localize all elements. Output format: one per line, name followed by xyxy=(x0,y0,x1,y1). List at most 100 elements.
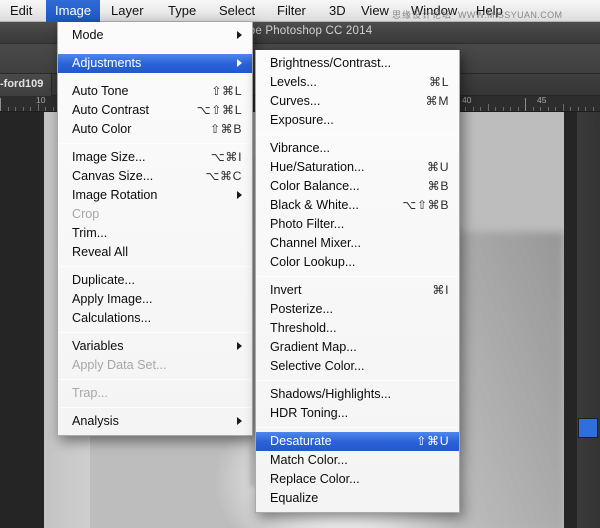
adjustments-menu-item-posterize[interactable]: Posterize... xyxy=(256,300,459,319)
adjustments-menu-item-desaturate[interactable]: Desaturate⇧⌘U xyxy=(256,432,459,451)
ruler-tick xyxy=(23,107,24,111)
adjustments-submenu-dropdown[interactable]: Brightness/Contrast...Levels...⌘LCurves.… xyxy=(255,50,460,513)
menu-separator xyxy=(59,143,251,144)
adjustments-menu-item-shadows-highlights[interactable]: Shadows/Highlights... xyxy=(256,385,459,404)
menu-item-label: Auto Contrast xyxy=(72,101,149,120)
menu-item-label: Threshold... xyxy=(270,319,337,338)
adjustments-menu-item-invert[interactable]: Invert⌘I xyxy=(256,281,459,300)
image-menu-item-auto-contrast[interactable]: Auto Contrast ⌥⇧⌘L xyxy=(58,101,252,120)
menu-item-label: Apply Data Set... xyxy=(72,356,167,375)
ruler-label: 10 xyxy=(36,96,45,105)
image-menu-item-trap: Trap... xyxy=(58,384,252,403)
adjustments-menu-item-channel-mixer[interactable]: Channel Mixer... xyxy=(256,234,459,253)
menu-separator xyxy=(257,427,458,428)
adjustments-menu-item-black-white[interactable]: Black & White...⌥⇧⌘B xyxy=(256,196,459,215)
image-menu-item-image-rotation[interactable]: Image Rotation xyxy=(58,186,252,205)
adjustments-menu-item-vibrance[interactable]: Vibrance... xyxy=(256,139,459,158)
image-menu-item-apply-image[interactable]: Apply Image... xyxy=(58,290,252,309)
menu-item-shortcut: ⌘L xyxy=(429,73,449,92)
ruler-tick xyxy=(570,107,571,111)
ruler-tick xyxy=(45,107,46,111)
adjustments-menu-item-photo-filter[interactable]: Photo Filter... xyxy=(256,215,459,234)
menu-item-label: Brightness/Contrast... xyxy=(270,54,391,73)
menu-item-shortcut: ⌘B xyxy=(428,177,449,196)
document-tab[interactable]: -ford109 xyxy=(0,74,52,96)
menu-item-label: Apply Image... xyxy=(72,290,153,309)
menu-item-label: Replace Color... xyxy=(270,470,360,489)
menu-separator xyxy=(257,134,458,135)
menu-item-label: Color Lookup... xyxy=(270,253,355,272)
image-menu-item-variables[interactable]: Variables xyxy=(58,337,252,356)
menu-item-shortcut: ⇧⌘B xyxy=(210,120,242,139)
menu-item-label: Trap... xyxy=(72,384,108,403)
submenu-arrow-icon xyxy=(237,342,242,350)
adjustments-menu-item-color-lookup[interactable]: Color Lookup... xyxy=(256,253,459,272)
adjustments-menu-item-brightness-contrast[interactable]: Brightness/Contrast... xyxy=(256,54,459,73)
menu-separator xyxy=(59,332,251,333)
image-menu-item-reveal-all[interactable]: Reveal All xyxy=(58,243,252,262)
ruler-tick xyxy=(555,107,556,111)
menu-item-label: Canvas Size... xyxy=(72,167,153,186)
adjustments-menu-item-threshold[interactable]: Threshold... xyxy=(256,319,459,338)
image-menu-item-calculations[interactable]: Calculations... xyxy=(58,309,252,328)
ruler-tick xyxy=(563,104,564,111)
adjustments-menu-item-curves[interactable]: Curves...⌘M xyxy=(256,92,459,111)
menu-item-label: Analysis xyxy=(72,412,119,431)
image-menu-item-canvas-size[interactable]: Canvas Size... ⌥⌘C xyxy=(58,167,252,186)
menu-item-shortcut: ⌥⌘I xyxy=(211,148,242,167)
ruler-tick xyxy=(480,107,481,111)
adjustments-menu-item-selective-color[interactable]: Selective Color... xyxy=(256,357,459,376)
ruler-tick xyxy=(53,107,54,111)
ruler-tick xyxy=(593,107,594,111)
ruler-tick xyxy=(503,107,504,111)
image-menu-item-adjustments[interactable]: Adjustments xyxy=(58,54,252,73)
adjustments-menu-item-color-balance[interactable]: Color Balance...⌘B xyxy=(256,177,459,196)
menu-separator xyxy=(59,49,251,50)
adjustments-menu-item-levels[interactable]: Levels...⌘L xyxy=(256,73,459,92)
ruler-tick xyxy=(533,107,534,111)
menu-item-label: Hue/Saturation... xyxy=(270,158,365,177)
adjustments-menu-item-hue-saturation[interactable]: Hue/Saturation...⌘U xyxy=(256,158,459,177)
menu-separator xyxy=(59,407,251,408)
menu-item-label: Curves... xyxy=(270,92,320,111)
foreground-color-swatch[interactable] xyxy=(578,418,598,438)
adjustments-menu-item-match-color[interactable]: Match Color... xyxy=(256,451,459,470)
image-menu-dropdown[interactable]: Mode Adjustments Auto Tone⇧⌘LAuto Contrast… xyxy=(57,22,253,436)
image-menu-item-image-size[interactable]: Image Size...⌥⌘I xyxy=(58,148,252,167)
image-menu-item-auto-color[interactable]: Auto Color⇧⌘B xyxy=(58,120,252,139)
ruler-tick xyxy=(488,104,489,111)
menu-item-label: Shadows/Highlights... xyxy=(270,385,391,404)
image-menu-item-analysis[interactable]: Analysis xyxy=(58,412,252,431)
adjustments-menu-item-exposure[interactable]: Exposure... xyxy=(256,111,459,130)
ruler-label: 45 xyxy=(537,96,546,105)
ruler-tick xyxy=(578,107,579,111)
menubar-item-image[interactable]: Image xyxy=(46,0,100,22)
ruler-tick xyxy=(0,98,1,111)
menubar-item-type[interactable]: Type xyxy=(159,0,205,22)
menubar-item-edit[interactable]: Edit xyxy=(1,0,41,22)
ruler-tick xyxy=(30,107,31,111)
adjustments-menu-item-replace-color[interactable]: Replace Color... xyxy=(256,470,459,489)
image-menu-item-mode[interactable]: Mode xyxy=(58,26,252,45)
adjustments-menu-item-hdr-toning[interactable]: HDR Toning... xyxy=(256,404,459,423)
adjustments-menu-item-gradient-map[interactable]: Gradient Map... xyxy=(256,338,459,357)
menu-item-label: Equalize xyxy=(270,489,318,508)
ruler-tick xyxy=(38,104,39,111)
menubar-item-filter[interactable]: Filter xyxy=(268,0,315,22)
menu-item-label: Variables xyxy=(72,337,124,356)
menu-item-shortcut: ⌥⇧⌘L xyxy=(197,101,242,120)
menubar-item-3d[interactable]: 3D xyxy=(320,0,355,22)
right-panel[interactable] xyxy=(576,112,600,528)
menu-item-shortcut: ⌥⌘C xyxy=(205,167,242,186)
image-menu-item-trim[interactable]: Trim... xyxy=(58,224,252,243)
menu-item-label: Trim... xyxy=(72,224,107,243)
menubar-item-select[interactable]: Select xyxy=(210,0,264,22)
adjustments-menu-item-equalize[interactable]: Equalize xyxy=(256,489,459,508)
menu-separator xyxy=(59,379,251,380)
image-menu-item-duplicate[interactable]: Duplicate... xyxy=(58,271,252,290)
ruler-tick xyxy=(15,107,16,111)
menubar-item-layer[interactable]: Layer xyxy=(102,0,153,22)
image-menu-item-auto-tone[interactable]: Auto Tone⇧⌘L xyxy=(58,82,252,101)
menu-item-label: Desaturate xyxy=(270,432,332,451)
ruler-tick xyxy=(540,107,541,111)
